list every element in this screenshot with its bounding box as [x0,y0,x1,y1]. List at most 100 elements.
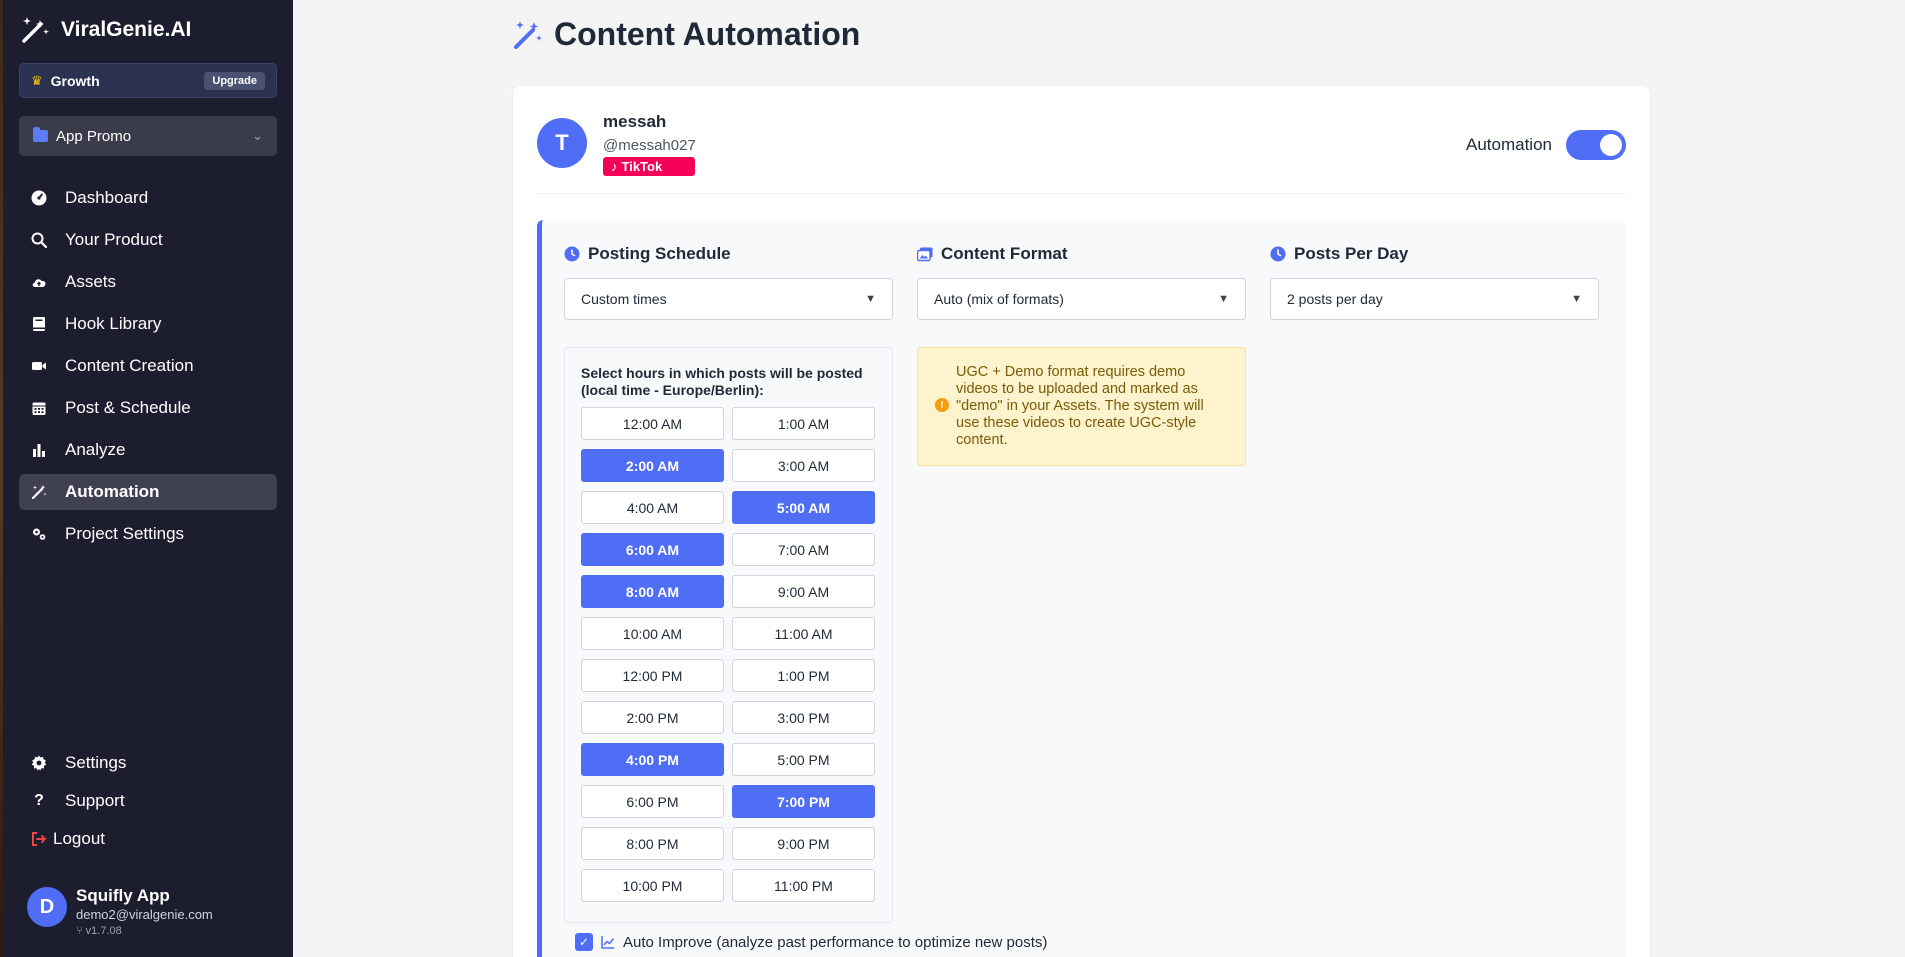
hour-slot-button[interactable]: 2:00 PM [581,701,724,734]
platform-badge: ♪ TikTok [603,157,695,176]
sidebar-item-content-creation[interactable]: Content Creation [19,348,277,384]
posting-schedule-title: Posting Schedule [588,244,731,263]
project-label: App Promo [56,127,132,145]
cloud-upload-icon [31,274,47,290]
hour-slot-button[interactable]: 10:00 PM [581,869,724,902]
content-format-section: Content Format Auto (mix of formats) ▼ [917,244,1246,320]
sidebar-item-label: Dashboard [65,188,149,207]
sidebar-item-dashboard[interactable]: Dashboard [19,180,277,216]
automation-toggle[interactable] [1566,130,1626,160]
hour-slot-button[interactable]: 12:00 PM [581,659,724,692]
posting-schedule-value: Custom times [581,291,667,307]
platform-label: TikTok [621,159,663,174]
hour-slot-button[interactable]: 12:00 AM [581,407,724,440]
hours-grid: 12:00 AM 1:00 AM 2:00 AM 3:00 AM 4:00 AM 5:00… [581,407,876,902]
sidebar-item-settings[interactable]: Settings [19,744,277,782]
magic-wand-icon [31,484,47,500]
hour-slot-button[interactable]: 4:00 AM [581,491,724,524]
content-format-title: Content Format [941,244,1068,263]
hours-picker-title: Select hours in which posts will be post… [581,365,863,398]
hour-slot-button[interactable]: 9:00 AM [732,575,875,608]
sidebar-item-label: Project Settings [65,524,185,543]
hour-slot-button[interactable]: 5:00 AM [732,491,875,524]
sidebar-item-your-product[interactable]: Your Product [19,222,277,258]
avatar: D [27,887,67,927]
magic-wand-icon [19,14,51,46]
format-notice: ! UGC + Demo format requires demo videos… [917,347,1246,466]
hour-slot-button[interactable]: 9:00 PM [732,827,875,860]
sidebar-item-support[interactable]: ? Support [19,782,277,820]
hour-slot-button[interactable]: 8:00 PM [581,827,724,860]
hour-slot-button[interactable]: 2:00 AM [581,449,724,482]
hour-slot-button[interactable]: 1:00 AM [732,407,875,440]
auto-improve-checkbox[interactable]: ✓ [575,933,593,951]
magic-wand-icon [512,19,544,51]
automation-toggle-group: Automation [1466,130,1626,160]
hour-slot-button[interactable]: 4:00 PM [581,743,724,776]
brand[interactable]: ViralGenie.AI [19,14,191,46]
hour-slot-button[interactable]: 5:00 PM [732,743,875,776]
hour-slot-button[interactable]: 1:00 PM [732,659,875,692]
video-icon [31,358,47,374]
hour-slot-button[interactable]: 6:00 AM [581,533,724,566]
question-icon: ? [34,792,44,809]
project-selector[interactable]: App Promo ⌄ [19,116,277,156]
sidebar-item-label: Settings [65,753,127,772]
sidebar-item-post-schedule[interactable]: Post & Schedule [19,390,277,426]
version-label: v1.7.08 [85,925,122,937]
posting-schedule-select[interactable]: Custom times ▼ [564,278,893,320]
sidebar-item-label: Support [65,791,125,810]
hour-slot-button[interactable]: 8:00 AM [581,575,724,608]
auto-improve-option[interactable]: ✓ Auto Improve (analyze past performance… [575,933,1047,951]
chevron-down-icon: ▼ [1571,293,1582,305]
crown-icon: ♛ [31,72,43,88]
content-format-value: Auto (mix of formats) [934,291,1064,307]
sidebar-item-hook-library[interactable]: Hook Library [19,306,277,342]
logout-button[interactable]: Logout [19,820,277,858]
clock-icon [564,246,580,262]
account-handle: @messah027 [603,137,696,154]
hour-slot-button[interactable]: 6:00 PM [581,785,724,818]
auto-improve-label: Auto Improve (analyze past performance t… [623,933,1048,951]
page-title: Content Automation [512,16,860,53]
upgrade-button[interactable]: Upgrade [204,71,265,90]
hour-slot-button[interactable]: 3:00 PM [732,701,875,734]
divider [537,193,1626,194]
chevron-down-icon: ⌄ [252,128,263,143]
sidebar: ViralGenie.AI ♛ Growth Upgrade App Promo… [0,0,293,957]
posts-per-day-select[interactable]: 2 posts per day ▼ [1270,278,1599,320]
gears-icon [31,526,47,542]
sidebar-item-label: Automation [65,482,160,501]
logout-label: Logout [53,829,105,848]
hour-slot-button[interactable]: 7:00 PM [732,785,875,818]
content-format-select[interactable]: Auto (mix of formats) ▼ [917,278,1246,320]
hour-slot-button[interactable]: 11:00 AM [732,617,875,650]
plan-box: ♛ Growth Upgrade [19,63,277,98]
brand-name: ViralGenie.AI [61,18,192,41]
hour-slot-button[interactable]: 10:00 AM [581,617,724,650]
hour-slot-button[interactable]: 11:00 PM [732,869,875,902]
bar-chart-icon [31,442,47,458]
calendar-icon [31,400,47,416]
hour-slot-button[interactable]: 3:00 AM [732,449,875,482]
logout-icon [31,831,47,847]
sidebar-item-automation[interactable]: Automation [19,474,277,510]
app-version: ⑂ v1.7.08 [76,925,213,937]
clock-icon [1270,246,1286,262]
gauge-icon [31,190,47,206]
automation-settings-panel: Posting Schedule Custom times ▼ Content … [537,220,1626,957]
info-icon: ! [935,398,949,412]
sidebar-nav: Dashboard Your Product Assets Hook Libra… [19,180,277,558]
sidebar-item-assets[interactable]: Assets [19,264,277,300]
book-icon [31,316,47,332]
sidebar-item-label: Content Creation [65,356,194,375]
sidebar-item-label: Post & Schedule [65,398,191,417]
branch-icon: ⑂ [76,925,86,937]
sidebar-item-analyze[interactable]: Analyze [19,432,277,468]
user-profile[interactable]: D Squifly App demo2@viralgenie.com ⑂ v1.… [27,886,213,937]
automation-card: T messah @messah027 ♪ TikTok Automation … [513,86,1650,957]
sidebar-item-project-settings[interactable]: Project Settings [19,516,277,552]
hour-slot-button[interactable]: 7:00 AM [732,533,875,566]
chevron-down-icon: ▼ [865,293,876,305]
posts-per-day-section: Posts Per Day 2 posts per day ▼ [1270,244,1599,320]
